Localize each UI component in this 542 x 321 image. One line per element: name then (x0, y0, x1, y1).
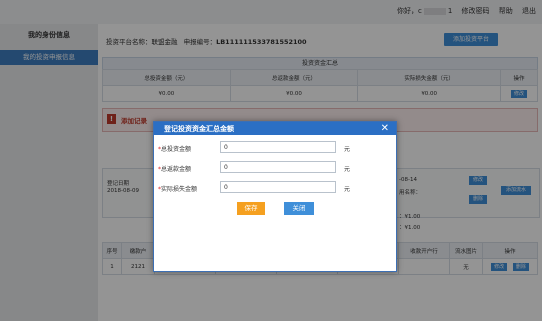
actual-loss-label: *实际损失金额 (158, 184, 197, 193)
total-refund-input[interactable] (220, 161, 336, 173)
actual-loss-unit: 元 (344, 186, 351, 193)
amount-dialog: 登记投资资金汇总金额 ✕ *总投资金额 元 *总返款金额 元 *实际损失金额 元… (153, 121, 397, 272)
dialog-header: 登记投资资金汇总金额 ✕ (154, 122, 396, 135)
total-refund-label-text: 总返款金额 (161, 166, 192, 173)
close-button[interactable]: 关闭 (284, 202, 314, 215)
field-row-actual-loss: *实际损失金额 元 (154, 181, 396, 195)
total-invest-label: *总投资金额 (158, 144, 191, 153)
total-refund-label: *总返款金额 (158, 164, 191, 173)
save-button[interactable]: 保存 (237, 202, 265, 215)
actual-loss-label-text: 实际损失金额 (161, 186, 198, 193)
field-row-total-invest: *总投资金额 元 (154, 141, 396, 155)
total-invest-input[interactable] (220, 141, 336, 153)
dialog-title: 登记投资资金汇总金额 (164, 125, 234, 133)
actual-loss-input[interactable] (220, 181, 336, 193)
total-invest-unit: 元 (344, 146, 351, 153)
total-invest-label-text: 总投资金额 (161, 146, 192, 153)
close-icon[interactable]: ✕ (381, 122, 389, 135)
total-refund-unit: 元 (344, 166, 351, 173)
field-row-total-refund: *总返款金额 元 (154, 161, 396, 175)
